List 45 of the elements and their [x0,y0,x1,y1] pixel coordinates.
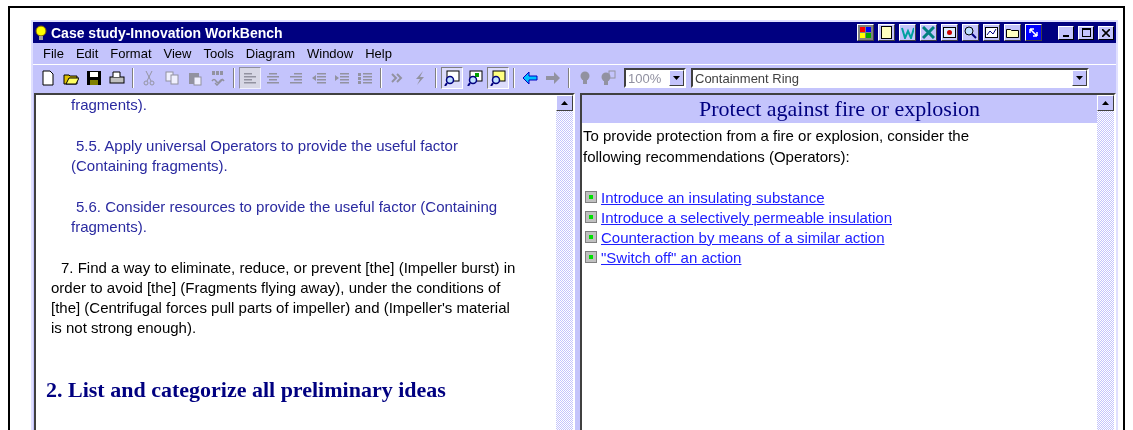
paragraph: 7. Find a way to eliminate, reduce, or prevent [the] (Impeller burst) in order to avoid [the] (Fragments flying away), under the conditions of [the] (Centrifugal forces pull parts of impeller) and (Impeller's material is not strong enough). [50,258,517,338]
close-icon[interactable] [1102,28,1110,37]
menu-item[interactable]: Edit [69,46,105,61]
menu-item[interactable]: File [37,46,70,61]
menu-item[interactable]: Window [300,46,360,61]
menu-item[interactable]: View [157,46,198,61]
bullet-icon [585,251,597,263]
window-title: Case study-Innovation WorkBench [51,24,283,41]
notepad-icon[interactable] [878,24,895,41]
bullet-icon [585,191,597,203]
magnifier-document-icon[interactable] [441,67,463,89]
bullet-icon [585,211,597,223]
operator-link[interactable]: Introduce a selectively permeable insulation [601,208,892,226]
chart-screen-icon[interactable] [941,24,958,41]
magnifier-document-icon[interactable] [487,67,509,89]
x-letter-icon[interactable] [920,24,937,41]
menu-item[interactable]: Format [104,46,158,61]
folder-icon[interactable] [1004,24,1021,41]
menu-item[interactable]: Help [359,46,398,61]
down-arrow-icon[interactable] [1076,76,1083,80]
paragraph: 5.5. Apply universal Operators to provide the useful factor (Containing fragments). [70,136,459,176]
magnifier-icon[interactable] [962,24,979,41]
scrollbar[interactable] [1097,95,1114,430]
graph-window-icon[interactable] [983,24,1000,41]
up-arrow-icon[interactable] [1102,101,1109,105]
section-heading: 2. List and categorize all preliminary ideas [46,377,447,403]
operator-link[interactable]: Introduce an insulating substance [601,188,825,206]
lightbulb-icon [35,24,47,41]
w-letter-icon[interactable] [899,24,916,41]
up-arrow-icon[interactable] [561,101,568,105]
close-button[interactable] [1098,25,1114,40]
operator-link[interactable]: "Switch off" an action [601,248,742,266]
intro-text: To provide protection from a fire or explosion, consider the following recommendations (Operators): [582,126,971,167]
scrollbar[interactable] [556,95,573,430]
menu-item[interactable]: Diagram [239,46,301,61]
paragraph: 5.6. Consider resources to provide the useful factor (Containing fragments). [70,197,499,237]
colored-squares-icon[interactable] [857,24,874,41]
paragraph: fragments). [70,95,148,115]
minimize-button[interactable] [1058,25,1074,40]
magnifier-document-icon[interactable] [464,67,486,89]
pane-title: Protect against fire or explosion [582,95,1097,123]
topic-dropdown[interactable]: Containment Ring [691,68,1089,88]
menu-item[interactable]: Tools [197,46,240,61]
operator-link[interactable]: Counteraction by means of a similar action [601,228,885,246]
bullet-icon [585,231,597,243]
